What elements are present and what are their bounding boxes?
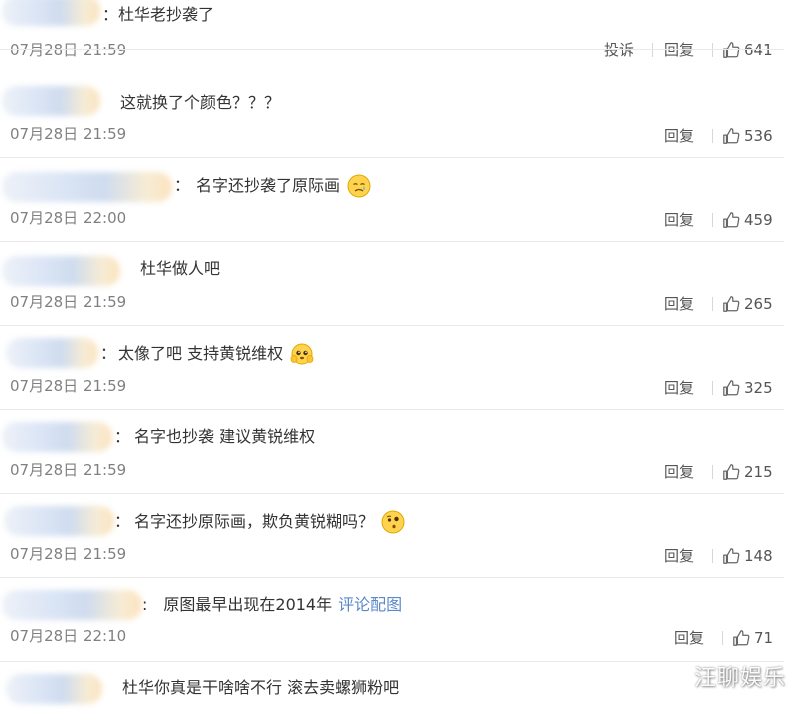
like-button[interactable]: 71 <box>732 628 773 648</box>
comment-actions: 回复 325 <box>604 378 784 400</box>
comment-date: 07月28日 21:59 <box>10 377 127 395</box>
comment-date: 07月28日 21:59 <box>10 293 127 311</box>
blurred-username[interactable] <box>6 674 102 704</box>
comment-item: 杜华做人吧 07月28日 21:59 回复 265 <box>0 242 800 326</box>
comment-item: 这就换了个颜色？？？ 07月28日 21:59 回复 536 <box>0 74 800 158</box>
reply-button[interactable]: 回复 <box>664 40 694 60</box>
comment-actions: 回复 215 <box>604 462 784 484</box>
report-button[interactable]: 投诉 <box>604 40 634 60</box>
comment-item: : 原图最早出现在2014年 评论配图 07月28日 22:10 回复 71 <box>0 578 800 662</box>
action-separator <box>712 213 713 227</box>
action-separator <box>722 631 723 645</box>
action-separator <box>712 129 713 143</box>
blurred-username[interactable] <box>2 172 172 202</box>
action-separator <box>712 381 713 395</box>
comment-item: ：太像了吧 支持黄锐维权 07月28日 21:59 回复 325 <box>0 326 800 410</box>
comment-image-link[interactable]: 评论配图 <box>338 595 402 614</box>
like-count: 148 <box>744 547 773 565</box>
thumbs-up-icon <box>733 630 750 646</box>
blurred-username[interactable] <box>2 86 100 116</box>
like-button[interactable]: 148 <box>722 546 773 566</box>
action-separator <box>712 465 713 479</box>
action-separator <box>712 43 713 57</box>
comment-actions: 投诉 回复 641 <box>604 40 784 62</box>
comment-date: 07月28日 22:00 <box>10 209 127 227</box>
like-count: 71 <box>754 629 774 647</box>
like-button[interactable]: 459 <box>722 210 773 230</box>
comment-text: 这就换了个颜色？？？ <box>120 93 281 112</box>
comment-text: ：杜华老抄袭了 <box>102 5 215 24</box>
comment-date: 07月28日 21:59 <box>10 125 127 143</box>
comment-text: ：名字还抄原际画，欺负黄锐糊吗？ <box>114 510 405 534</box>
comment-text: ：名字还抄袭了原际画 <box>174 174 371 198</box>
comment-text: : 原图最早出现在2014年 评论配图 <box>142 595 403 614</box>
comment-divider <box>0 49 784 50</box>
comment-text: ：太像了吧 支持黄锐维权 <box>100 342 314 366</box>
comment-date: 07月28日 21:59 <box>10 545 127 563</box>
like-count: 641 <box>744 41 773 59</box>
reply-button[interactable]: 回复 <box>664 210 694 230</box>
comment-date: 07月28日 21:59 <box>10 461 127 479</box>
thinking-face-emoji <box>381 510 405 534</box>
comment-feed: ：杜华老抄袭了 07月28日 21:59 投诉 回复 641 这就换了个颜色？？… <box>0 0 800 711</box>
like-count: 325 <box>744 379 773 397</box>
action-separator <box>712 297 713 311</box>
blurred-username[interactable] <box>4 506 114 536</box>
watermark: 汪聊娱乐 <box>693 666 786 691</box>
blurred-username[interactable] <box>2 422 112 452</box>
action-separator <box>712 549 713 563</box>
like-button[interactable]: 325 <box>722 378 773 398</box>
blurred-username[interactable] <box>6 338 98 368</box>
thumbs-up-icon <box>723 380 740 396</box>
comment-text: 杜华做人吧 <box>140 259 221 278</box>
comment-date: 07月28日 21:59 <box>10 41 127 59</box>
comment-item: ：杜华老抄袭了 07月28日 21:59 投诉 回复 641 <box>0 0 800 59</box>
comment-item: ：名字还抄袭了原际画 07月28日 22:00 回复 459 <box>0 158 800 242</box>
thumbs-up-icon <box>723 128 740 144</box>
action-separator <box>652 43 653 57</box>
like-button[interactable]: 265 <box>722 294 773 314</box>
comment-actions: 回复 148 <box>604 546 784 568</box>
like-button[interactable]: 215 <box>722 462 773 482</box>
comment-date: 07月28日 22:10 <box>10 627 127 645</box>
comment-item: ：名字也抄袭 建议黄锐维权 07月28日 21:59 回复 215 <box>0 410 800 494</box>
like-button[interactable]: 536 <box>722 126 773 146</box>
comment-text: 杜华你真是干啥啥不行 滚去卖螺狮粉吧 <box>122 678 400 697</box>
comment-item: 杜华你真是干啥啥不行 滚去卖螺狮粉吧 <box>0 662 800 711</box>
reply-button[interactable]: 回复 <box>664 546 694 566</box>
comment-actions: 回复 71 <box>614 628 784 650</box>
thumbs-up-icon <box>723 42 740 58</box>
like-count: 459 <box>744 211 773 229</box>
comment-item: ：名字还抄原际画，欺负黄锐糊吗？ 07月28日 21:59 回复 148 <box>0 494 800 578</box>
like-count: 265 <box>744 295 773 313</box>
reply-button[interactable]: 回复 <box>664 126 694 146</box>
thumbs-up-icon <box>723 464 740 480</box>
comment-actions: 回复 265 <box>604 294 784 316</box>
thumbs-up-icon <box>723 212 740 228</box>
blurred-username[interactable] <box>2 256 120 286</box>
comment-actions: 回复 536 <box>604 126 784 148</box>
thumbs-up-icon <box>723 296 740 312</box>
comment-text: ：名字也抄袭 建议黄锐维权 <box>114 427 316 446</box>
like-button[interactable]: 641 <box>722 40 773 60</box>
like-count: 215 <box>744 463 773 481</box>
reply-button[interactable]: 回复 <box>664 294 694 314</box>
crying-face-emoji <box>347 174 371 198</box>
thumbs-up-icon <box>723 548 740 564</box>
pleading-face-emoji <box>290 343 314 365</box>
reply-button[interactable]: 回复 <box>674 628 704 648</box>
reply-button[interactable]: 回复 <box>664 378 694 398</box>
blurred-username[interactable] <box>2 590 142 620</box>
blurred-username[interactable] <box>2 0 100 26</box>
reply-button[interactable]: 回复 <box>664 462 694 482</box>
like-count: 536 <box>744 127 773 145</box>
comment-actions: 回复 459 <box>604 210 784 232</box>
